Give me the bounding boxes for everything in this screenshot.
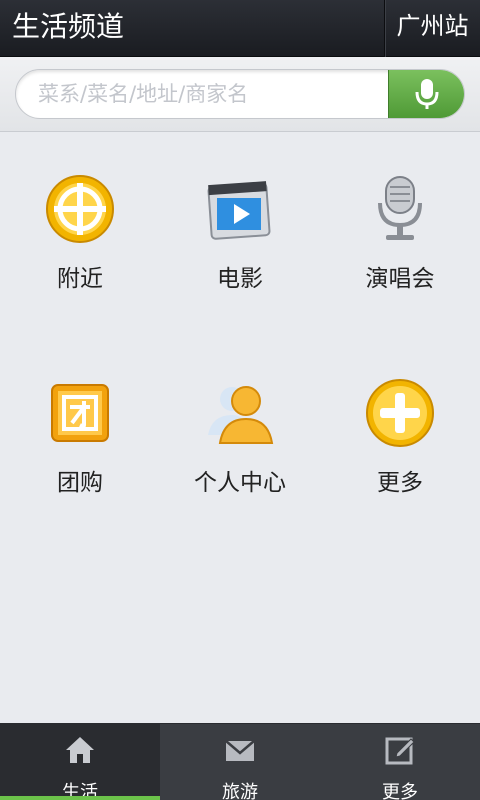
grid-item-nearby[interactable]: 附近 — [0, 133, 160, 303]
edit-icon — [385, 737, 415, 765]
bottom-tab-bar: 生活 旅游 更多 — [0, 723, 480, 800]
plus-icon — [366, 379, 434, 447]
movie-icon — [207, 181, 271, 240]
header-bar: 生活频道 广州站 — [0, 0, 480, 57]
grid-item-group-buy[interactable]: 团购 — [0, 337, 160, 507]
user-icon — [208, 386, 274, 444]
grid-item-label: 电影 — [217, 266, 263, 292]
grid-item-label: 附近 — [57, 266, 103, 292]
grid-item-more[interactable]: 更多 — [320, 337, 480, 507]
grid-item-label: 更多 — [377, 470, 423, 496]
grid-item-concert[interactable]: 演唱会 — [320, 133, 480, 303]
page-title: 生活频道 — [12, 10, 125, 43]
search-input[interactable] — [16, 70, 390, 118]
search-bar — [0, 57, 480, 132]
search-box — [15, 69, 465, 119]
mail-icon — [225, 740, 255, 761]
tab-label: 生活 — [62, 782, 98, 800]
grid-item-movie[interactable]: 电影 — [160, 133, 320, 303]
tab-label: 更多 — [382, 782, 418, 800]
tab-life[interactable]: 生活 — [0, 724, 160, 800]
tab-travel[interactable]: 旅游 — [160, 724, 320, 800]
microphone-icon — [378, 176, 422, 240]
microphone-icon — [415, 79, 439, 109]
group-buy-icon — [51, 384, 109, 442]
tab-more[interactable]: 更多 — [320, 724, 480, 800]
voice-search-button[interactable] — [388, 70, 464, 118]
home-icon — [66, 737, 94, 763]
grid-item-personal-center[interactable]: 个人中心 — [160, 337, 320, 507]
grid-item-label: 个人中心 — [194, 470, 286, 496]
grid-item-label: 团购 — [57, 470, 103, 496]
crosshair-icon — [46, 175, 114, 243]
channel-grid: 附近 电影 演唱会 团购 个人中心 更多 — [0, 133, 480, 723]
grid-item-label: 演唱会 — [365, 266, 435, 292]
city-selector-button[interactable]: 广州站 — [384, 0, 480, 57]
tab-label: 旅游 — [222, 782, 258, 800]
